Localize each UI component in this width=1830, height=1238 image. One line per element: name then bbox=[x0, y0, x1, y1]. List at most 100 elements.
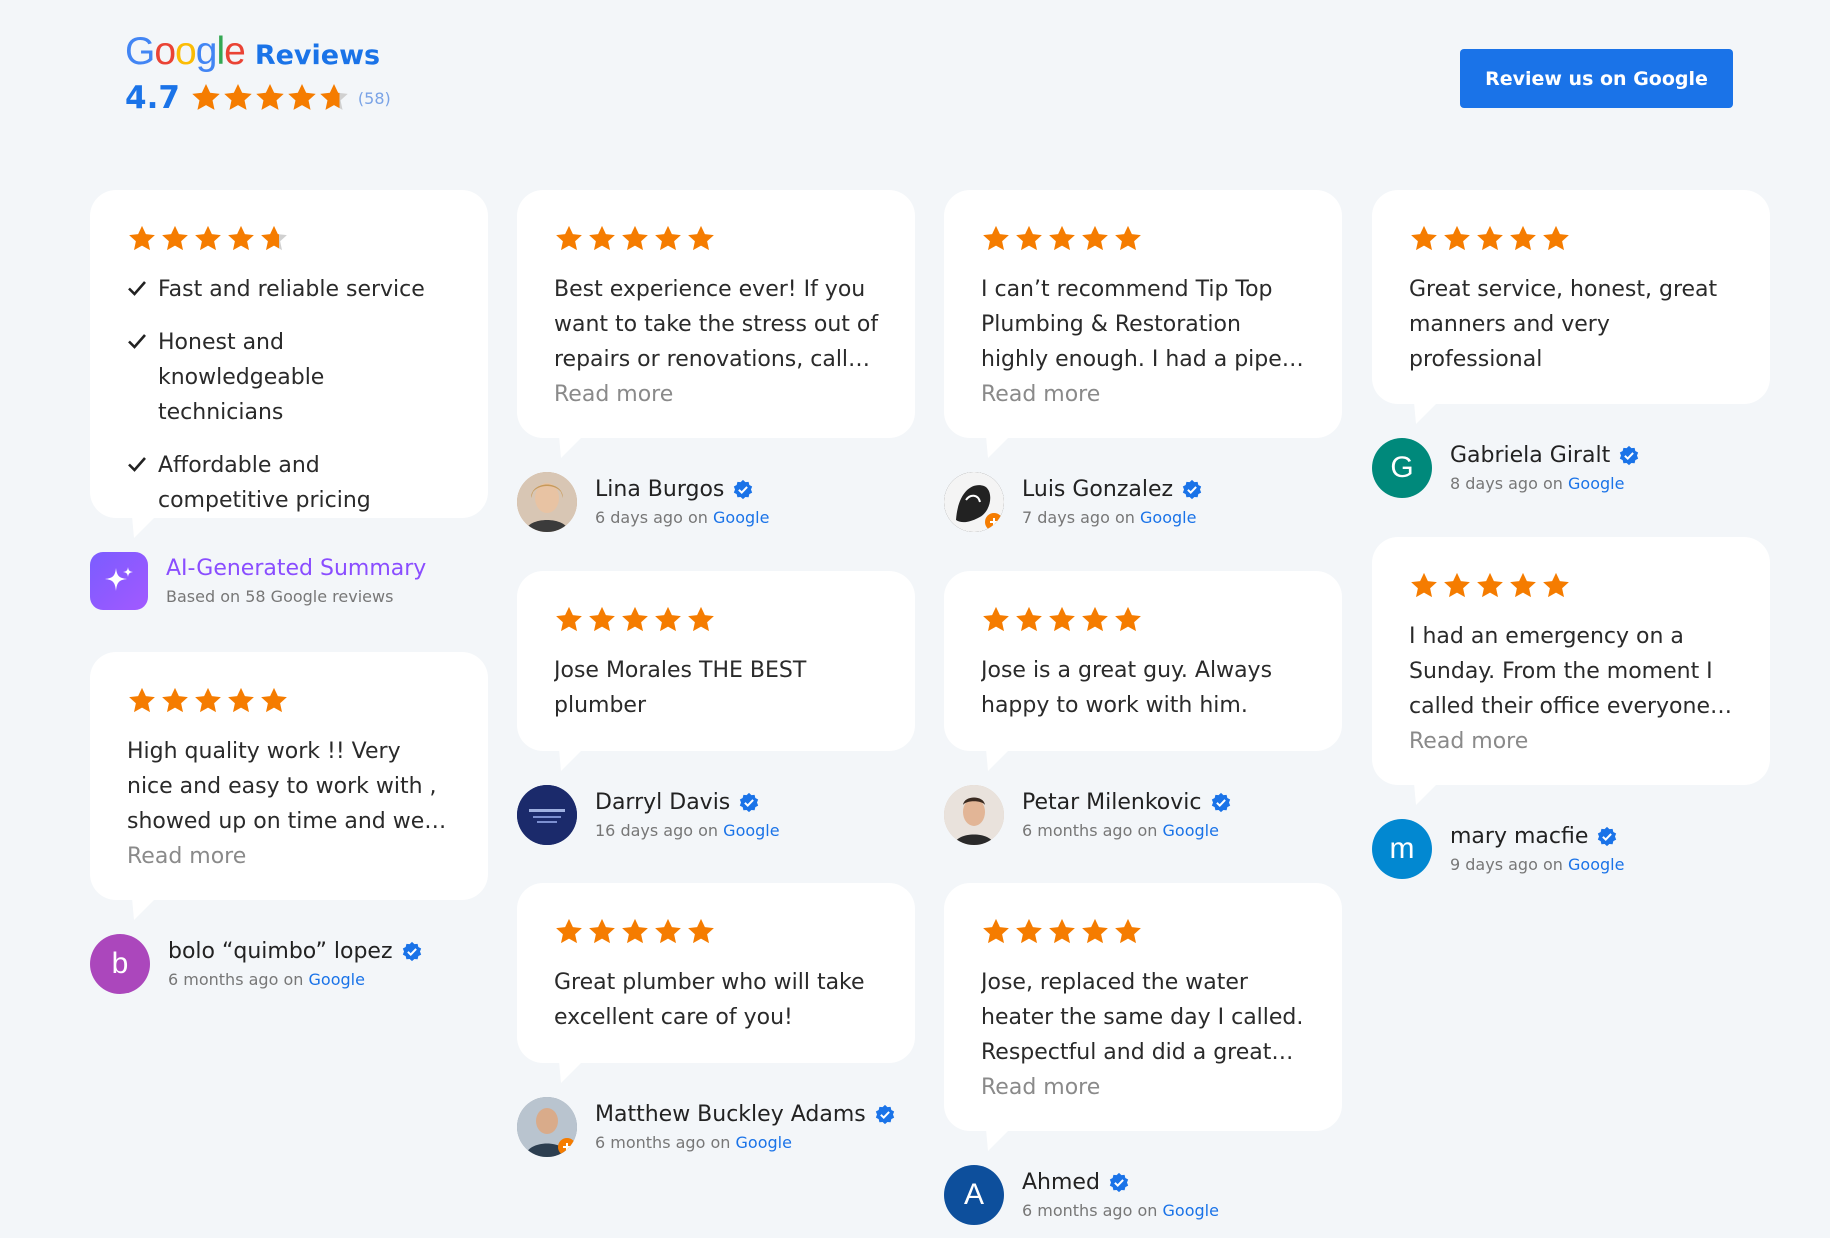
avatar: G bbox=[1372, 438, 1432, 498]
avatar bbox=[944, 472, 1004, 532]
review-date: 9 days ago bbox=[1450, 855, 1538, 874]
review-card: I can’t recommend Tip Top Plumbing & Res… bbox=[944, 190, 1342, 458]
review-source-link[interactable]: Google bbox=[723, 821, 779, 840]
verified-badge-icon bbox=[1620, 445, 1639, 465]
star-icon bbox=[589, 225, 615, 251]
star-icon bbox=[983, 606, 1009, 632]
rating-stars bbox=[190, 82, 350, 114]
review-stars bbox=[554, 917, 879, 947]
ai-summary-subtitle: Based on 58 Google reviews bbox=[166, 587, 394, 606]
star-icon bbox=[1016, 606, 1042, 632]
star-icon bbox=[195, 225, 221, 251]
review-date: 6 days ago bbox=[595, 508, 683, 527]
star-icon bbox=[589, 918, 615, 944]
star-icon bbox=[162, 225, 188, 251]
review-card: Jose Morales THE BEST plumber bbox=[517, 571, 915, 771]
read-more-link[interactable]: Read more bbox=[127, 839, 452, 874]
read-more-link[interactable]: Read more bbox=[981, 1070, 1306, 1105]
star-icon bbox=[688, 606, 714, 632]
avatar bbox=[517, 1097, 577, 1157]
star-icon bbox=[688, 225, 714, 251]
reviews-title: Reviews bbox=[254, 40, 381, 71]
review-source-link[interactable]: Google bbox=[1568, 474, 1624, 493]
star-icon bbox=[129, 687, 155, 713]
read-more-link[interactable]: Read more bbox=[981, 377, 1306, 412]
review-text: High quality work !! Very nice and easy … bbox=[127, 739, 447, 834]
read-more-link[interactable]: Read more bbox=[1409, 724, 1734, 759]
review-card: Best experience ever! If you want to tak… bbox=[517, 190, 915, 458]
avatar bbox=[517, 472, 577, 532]
review-date: 6 months ago bbox=[595, 1133, 706, 1152]
star-icon bbox=[1115, 918, 1141, 944]
star-icon bbox=[1049, 918, 1075, 944]
verified-badge-icon bbox=[402, 941, 421, 961]
google-logo: Google bbox=[125, 30, 246, 73]
star-icon bbox=[1543, 225, 1569, 251]
review-stars bbox=[1409, 571, 1734, 601]
star-icon bbox=[655, 918, 681, 944]
overall-rating: 4.7 (58) bbox=[125, 80, 391, 116]
reviewer-name: Lina Burgos bbox=[595, 477, 725, 502]
reviewer-name: Petar Milenkovic bbox=[1022, 790, 1202, 815]
star-icon bbox=[1082, 225, 1108, 251]
profile-photo bbox=[517, 472, 577, 532]
avatar bbox=[944, 785, 1004, 845]
verified-badge-icon bbox=[1182, 479, 1202, 499]
reviewer-info: G Gabriela Giralt 8 days ago on Google bbox=[1372, 438, 1640, 498]
star-icon bbox=[129, 225, 155, 251]
check-icon bbox=[128, 281, 146, 296]
star-icon bbox=[1444, 225, 1470, 251]
star-icon bbox=[556, 918, 582, 944]
review-stars bbox=[554, 224, 879, 254]
read-more-link[interactable]: Read more bbox=[554, 377, 879, 412]
review-date: 6 months ago bbox=[1022, 1201, 1133, 1220]
reviewer-info: Darryl Davis 16 days ago on Google bbox=[517, 785, 780, 845]
verified-badge-icon bbox=[734, 479, 753, 499]
star-icon bbox=[655, 225, 681, 251]
reviewer-info: A Ahmed 6 months ago on Google bbox=[944, 1165, 1219, 1225]
review-card: Jose is a great guy. Always happy to wor… bbox=[944, 571, 1342, 771]
review-text: Jose is a great guy. Always happy to wor… bbox=[981, 658, 1273, 718]
reviewer-name: Matthew Buckley Adams bbox=[595, 1102, 866, 1127]
star-icon bbox=[622, 918, 648, 944]
reviewer-info: b bolo “quimbo” lopez 6 months ago on Go… bbox=[90, 934, 423, 994]
review-date: 7 days ago bbox=[1022, 508, 1110, 527]
avatar: m bbox=[1372, 819, 1432, 879]
review-source-link[interactable]: Google bbox=[1163, 821, 1219, 840]
review-us-button[interactable]: Review us on Google bbox=[1460, 49, 1733, 108]
summary-card: Fast and reliable service Honest and kno… bbox=[90, 190, 488, 538]
review-source-link[interactable]: Google bbox=[1568, 855, 1624, 874]
summary-list: Fast and reliable service Honest and kno… bbox=[127, 272, 452, 518]
star-icon bbox=[1049, 225, 1075, 251]
review-stars bbox=[1409, 224, 1734, 254]
star-icon bbox=[1016, 918, 1042, 944]
star-icon bbox=[983, 918, 1009, 944]
profile-photo bbox=[517, 785, 577, 845]
summary-stars bbox=[127, 224, 452, 254]
review-card: I had an emergency on a Sunday. From the… bbox=[1372, 537, 1770, 805]
review-source-link[interactable]: Google bbox=[1140, 508, 1196, 527]
star-icon bbox=[622, 225, 648, 251]
verified-badge-icon bbox=[1211, 792, 1230, 812]
reviewer-name: Darryl Davis bbox=[595, 790, 731, 815]
star-icon bbox=[589, 606, 615, 632]
rating-value: 4.7 bbox=[125, 80, 180, 116]
star-icon bbox=[556, 225, 582, 251]
reviewer-info: Matthew Buckley Adams 6 months ago on Go… bbox=[517, 1097, 896, 1157]
review-count: (58) bbox=[357, 88, 391, 108]
verified-badge-icon bbox=[740, 792, 759, 812]
reviewer-info: Lina Burgos 6 days ago on Google bbox=[517, 472, 769, 532]
profile-photo bbox=[517, 1097, 577, 1157]
review-card: High quality work !! Very nice and easy … bbox=[90, 652, 488, 920]
star-icon bbox=[1016, 225, 1042, 251]
avatar: b bbox=[90, 934, 150, 994]
review-source-link[interactable]: Google bbox=[713, 508, 769, 527]
star-icon bbox=[1115, 225, 1141, 251]
review-source-link[interactable]: Google bbox=[736, 1133, 792, 1152]
review-source-link[interactable]: Google bbox=[1163, 1201, 1219, 1220]
review-text: Great plumber who will take excellent ca… bbox=[554, 970, 865, 1030]
reviewer-name: Ahmed bbox=[1022, 1170, 1100, 1195]
reviewer-info: m mary macfie 9 days ago on Google bbox=[1372, 819, 1624, 879]
review-source-link[interactable]: Google bbox=[309, 970, 365, 989]
review-date: 6 months ago bbox=[168, 970, 279, 989]
